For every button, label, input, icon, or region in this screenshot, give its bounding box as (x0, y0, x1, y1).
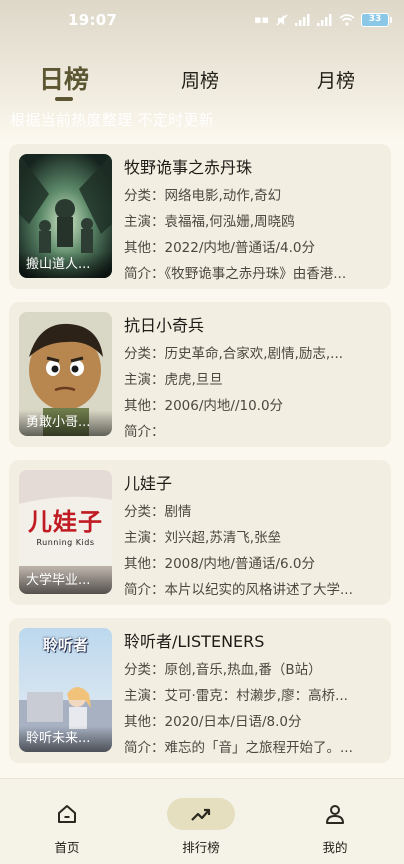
movie-cast: 主演：虎虎,旦旦 (124, 372, 223, 388)
person-icon (326, 805, 344, 824)
wifi-icon (339, 14, 355, 26)
movie-title: 聆听者/LISTENERS (124, 632, 265, 651)
tab-indicator (55, 97, 73, 101)
nav-home-label: 首页 (54, 840, 80, 855)
signal-icon-2 (317, 14, 332, 26)
trending-icon (191, 808, 211, 821)
nav-ranking[interactable]: 排行榜 (134, 779, 268, 864)
poster-caption: 大学毕业... (19, 568, 112, 594)
status-bar: 19:07 ▪▪ 33 (0, 0, 404, 40)
movie-cast: 主演：袁福福,何泓姗,周晓鸥 (124, 214, 295, 230)
movie-other: 其他：2020/日本/日语/8.0分 (124, 714, 302, 730)
poster-caption: 搬山道人... (19, 252, 112, 278)
nav-home[interactable]: 首页 (0, 779, 134, 864)
signal-icon (295, 14, 310, 26)
movie-other: 其他：2008/内地/普通话/6.0分 (124, 556, 315, 572)
movie-other: 其他：2022/内地/普通话/4.0分 (124, 240, 315, 256)
mute-icon (276, 14, 288, 26)
movie-cast: 主演：艾可·雷克：村濑步,廖：高桥... (124, 688, 348, 704)
nav-ranking-label: 排行榜 (182, 840, 220, 855)
movie-poster: 勇敢小哥... (19, 312, 112, 436)
poster-caption: 聆听未来... (19, 726, 112, 752)
bottom-navigation: 首页 排行榜 我的 (0, 778, 404, 864)
movie-poster: 聆听者 聆听未来... (19, 628, 112, 752)
movie-summary: 简介：本片以纪实的风格讲述了大学... (124, 582, 353, 598)
nav-profile[interactable]: 我的 (268, 779, 402, 864)
movie-summary: 简介：《牧野诡事之赤丹珠》由香港... (124, 266, 347, 282)
battery-icon: 33 (361, 13, 389, 27)
poster-title-text: 聆听者 (42, 636, 88, 654)
movie-category: 分类：网络电影,动作,奇幻 (124, 188, 282, 204)
poster-caption: 勇敢小哥... (19, 410, 112, 436)
status-time: 19:07 (68, 11, 118, 29)
movie-card[interactable]: 勇敢小哥... 抗日小奇兵 分类：历史革命,合家欢,剧情,励志,... 主演：虎… (9, 302, 391, 447)
home-icon (58, 805, 76, 823)
movie-title: 儿娃子 (124, 474, 173, 493)
network-speed-icon: ▪▪ (254, 13, 269, 26)
movie-title: 牧野诡事之赤丹珠 (124, 158, 253, 177)
movie-summary: 简介：难忘的「音」之旅程开始了。... (124, 740, 353, 756)
ranking-tabs: 日榜 周榜 月榜 (0, 60, 404, 100)
movie-card[interactable]: 儿娃子 Running Kids 大学毕业... 儿娃子 分类：剧情 主演：刘兴… (9, 460, 391, 605)
battery-tip (390, 17, 392, 23)
movie-poster: 儿娃子 Running Kids 大学毕业... (19, 470, 112, 594)
movie-poster: 搬山道人... (19, 154, 112, 278)
tab-monthly[interactable]: 月榜 (312, 66, 360, 106)
movie-category: 分类：剧情 (124, 504, 192, 520)
movie-card[interactable]: 搬山道人... 牧野诡事之赤丹珠 分类：网络电影,动作,奇幻 主演：袁福福,何泓… (9, 144, 391, 289)
poster-subtitle-text: Running Kids (36, 538, 95, 547)
tab-weekly[interactable]: 周榜 (176, 66, 224, 106)
movie-category: 分类：原创,音乐,热血,番（B站） (124, 662, 322, 678)
poster-title-text: 儿娃子 (28, 507, 103, 536)
list-subtitle: 根据当前热度整理 不定时更新 (10, 111, 214, 129)
movie-summary: 简介： (124, 424, 165, 440)
movie-title: 抗日小奇兵 (124, 316, 205, 335)
movie-card[interactable]: 聆听者 聆听未来... 聆听者/LISTENERS 分类：原创,音乐,热血,番（… (9, 618, 391, 763)
movie-other: 其他：2006/内地//10.0分 (124, 398, 284, 414)
status-icons: ▪▪ 33 (254, 12, 392, 28)
movie-category: 分类：历史革命,合家欢,剧情,励志,... (124, 346, 344, 362)
movie-cast: 主演：刘兴超,苏清飞,张垒 (124, 530, 282, 546)
tab-daily[interactable]: 日榜 (38, 60, 90, 100)
nav-profile-label: 我的 (322, 840, 348, 855)
